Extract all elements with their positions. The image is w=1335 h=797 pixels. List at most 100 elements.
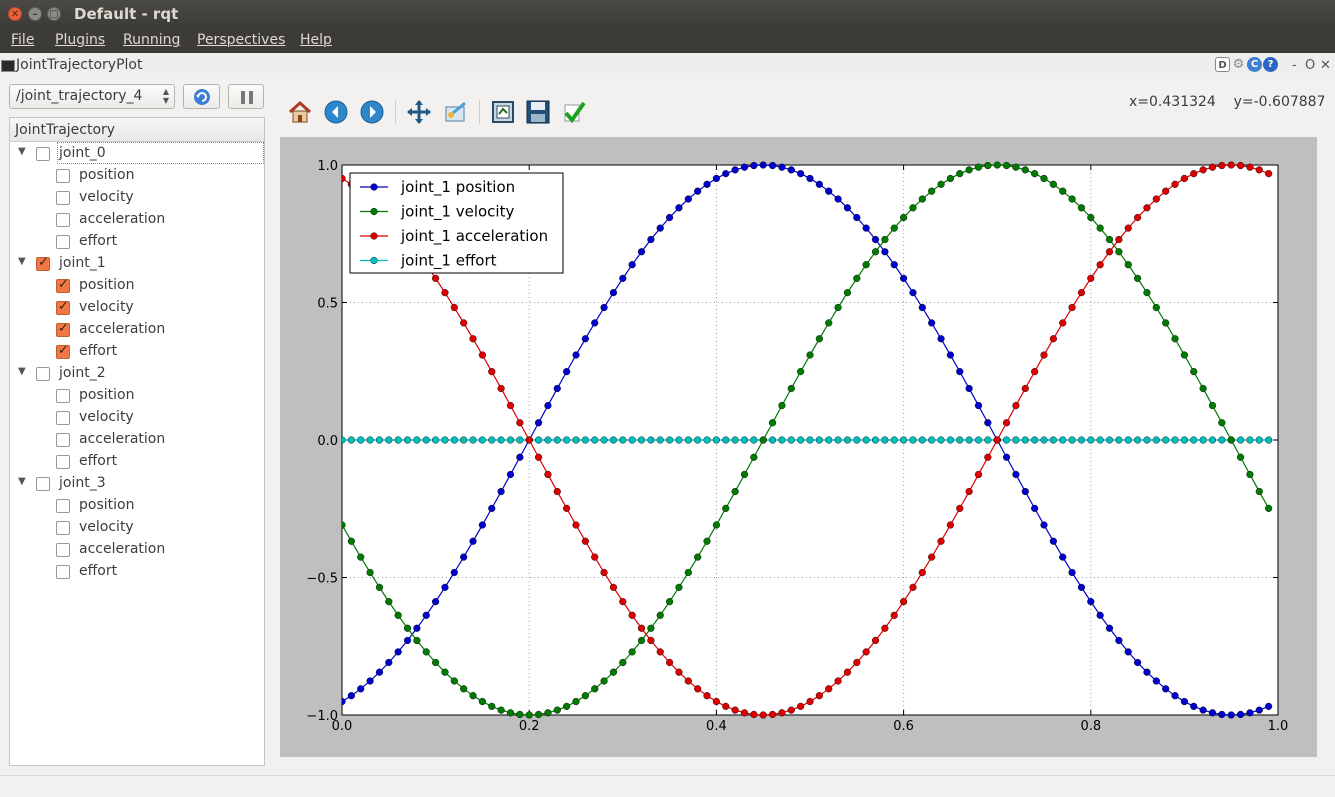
- chevron-updown-icon: ▲ ▼: [162, 87, 169, 105]
- tree-joint-joint_3[interactable]: ▼ joint_3: [10, 473, 264, 495]
- data-point: [1171, 692, 1179, 700]
- expand-arrow-icon[interactable]: ▼: [18, 476, 26, 487]
- data-point: [441, 668, 449, 676]
- dock-icon[interactable]: D: [1215, 57, 1230, 72]
- field-checkbox[interactable]: [56, 521, 70, 535]
- pause-button[interactable]: [228, 84, 264, 109]
- data-point: [871, 636, 880, 645]
- data-point: [694, 436, 702, 444]
- tree-field-joint_3-acceleration[interactable]: acceleration: [10, 539, 264, 561]
- plot-canvas[interactable]: 0.0 0.2 0.4 0.6 0.8 1.0−1.0−0.50.00.51.0joint…: [280, 137, 1317, 757]
- field-checkbox[interactable]: [56, 191, 70, 205]
- tree-joint-joint_1[interactable]: ▼ joint_1: [10, 253, 264, 275]
- refresh-button[interactable]: [183, 84, 220, 109]
- minimize-window-button[interactable]: –: [28, 7, 42, 21]
- gear-icon[interactable]: ⚙: [1231, 57, 1246, 72]
- field-checkbox[interactable]: [56, 235, 70, 249]
- expand-arrow-icon[interactable]: ▼: [18, 146, 26, 157]
- menu-plugins[interactable]: Plugins: [55, 32, 105, 48]
- expand-arrow-icon[interactable]: ▼: [18, 366, 26, 377]
- tree-field-joint_2-acceleration[interactable]: acceleration: [10, 429, 264, 451]
- data-point: [937, 180, 945, 188]
- menu-perspectives[interactable]: Perspectives: [197, 32, 285, 48]
- joint-checkbox[interactable]: [36, 367, 50, 381]
- tree-field-joint_3-effort[interactable]: effort: [10, 561, 264, 583]
- tree-field-joint_3-velocity[interactable]: velocity: [10, 517, 264, 539]
- subplots-icon[interactable]: [490, 99, 516, 125]
- forward-icon[interactable]: [359, 99, 385, 125]
- tree-joint-joint_0[interactable]: ▼ joint_0: [10, 143, 264, 165]
- menu-file[interactable]: File: [11, 32, 34, 48]
- data-point: [806, 697, 814, 706]
- field-checkbox[interactable]: [56, 321, 70, 337]
- data-point: [984, 419, 992, 427]
- field-checkbox[interactable]: [56, 543, 70, 557]
- field-checkbox[interactable]: [56, 433, 70, 447]
- field-checkbox[interactable]: [56, 389, 70, 403]
- field-checkbox[interactable]: [56, 455, 70, 469]
- tree-field-joint_1-acceleration[interactable]: acceleration: [10, 319, 264, 341]
- data-point: [750, 436, 758, 444]
- float-plugin-icon[interactable]: O: [1305, 58, 1315, 73]
- tree-field-joint_0-effort[interactable]: effort: [10, 231, 264, 253]
- data-point: [712, 521, 721, 529]
- tree-field-joint_1-velocity[interactable]: velocity: [10, 297, 264, 319]
- tree-field-joint_2-effort[interactable]: effort: [10, 451, 264, 473]
- expand-arrow-icon[interactable]: ▼: [18, 256, 26, 267]
- field-checkbox[interactable]: [56, 565, 70, 579]
- tree-field-joint_1-effort[interactable]: effort: [10, 341, 264, 363]
- data-point: [637, 636, 646, 645]
- joint-checkbox[interactable]: [36, 147, 50, 161]
- tree-field-joint_2-velocity[interactable]: velocity: [10, 407, 264, 429]
- data-point: [1105, 235, 1114, 244]
- menu-help[interactable]: Help: [300, 32, 332, 48]
- tree-field-joint_0-position[interactable]: position: [10, 165, 264, 187]
- apply-icon[interactable]: [561, 99, 587, 125]
- data-point: [881, 624, 889, 632]
- tree-field-joint_3-position[interactable]: position: [10, 495, 264, 517]
- data-point: [342, 521, 346, 529]
- data-point: [1143, 436, 1151, 444]
- close-plugin-icon[interactable]: ✕: [1320, 58, 1331, 73]
- data-point: [1087, 274, 1095, 282]
- data-point: [722, 702, 730, 710]
- home-icon[interactable]: [287, 99, 313, 125]
- field-checkbox[interactable]: [56, 277, 70, 293]
- joint-checkbox[interactable]: [36, 255, 50, 271]
- pan-icon[interactable]: [406, 99, 432, 125]
- back-icon[interactable]: [323, 99, 349, 125]
- field-checkbox[interactable]: [56, 411, 70, 425]
- field-checkbox[interactable]: [56, 213, 70, 227]
- close-window-button[interactable]: ✕: [8, 7, 22, 21]
- tree-joint-joint_2[interactable]: ▼ joint_2: [10, 363, 264, 385]
- data-point: [1227, 711, 1235, 719]
- joint-checkbox[interactable]: [36, 477, 50, 491]
- tree-field-joint_0-acceleration[interactable]: acceleration: [10, 209, 264, 231]
- configure-icon[interactable]: [443, 99, 469, 125]
- data-point: [1021, 166, 1029, 174]
- data-point: [1199, 384, 1207, 393]
- maximize-window-button[interactable]: □: [47, 7, 61, 21]
- data-point: [628, 648, 636, 656]
- data-point: [956, 368, 964, 376]
- data-point: [619, 658, 627, 667]
- save-icon[interactable]: [525, 99, 551, 125]
- data-point: [403, 436, 412, 444]
- help-icon[interactable]: ?: [1263, 57, 1278, 72]
- minimize-plugin-icon[interactable]: -: [1292, 58, 1297, 73]
- plot-figure[interactable]: 0.0 0.2 0.4 0.6 0.8 1.0 −1.0 −0.5 0.0 0.5 1.0 joint…: [280, 137, 1317, 757]
- data-point: [385, 658, 393, 667]
- field-checkbox[interactable]: [56, 299, 70, 315]
- field-checkbox[interactable]: [56, 343, 70, 359]
- data-point: [684, 677, 692, 685]
- data-point: [1162, 685, 1170, 693]
- tree-field-joint_2-position[interactable]: position: [10, 385, 264, 407]
- data-point: [619, 598, 627, 606]
- menu-running[interactable]: Running: [123, 32, 180, 48]
- topic-select[interactable]: /joint_trajectory_4 ▲ ▼: [9, 84, 175, 109]
- field-checkbox[interactable]: [56, 169, 70, 183]
- tree-field-joint_0-velocity[interactable]: velocity: [10, 187, 264, 209]
- reload-plugin-icon[interactable]: C: [1247, 57, 1262, 72]
- tree-field-joint_1-position[interactable]: position: [10, 275, 264, 297]
- field-checkbox[interactable]: [56, 499, 70, 513]
